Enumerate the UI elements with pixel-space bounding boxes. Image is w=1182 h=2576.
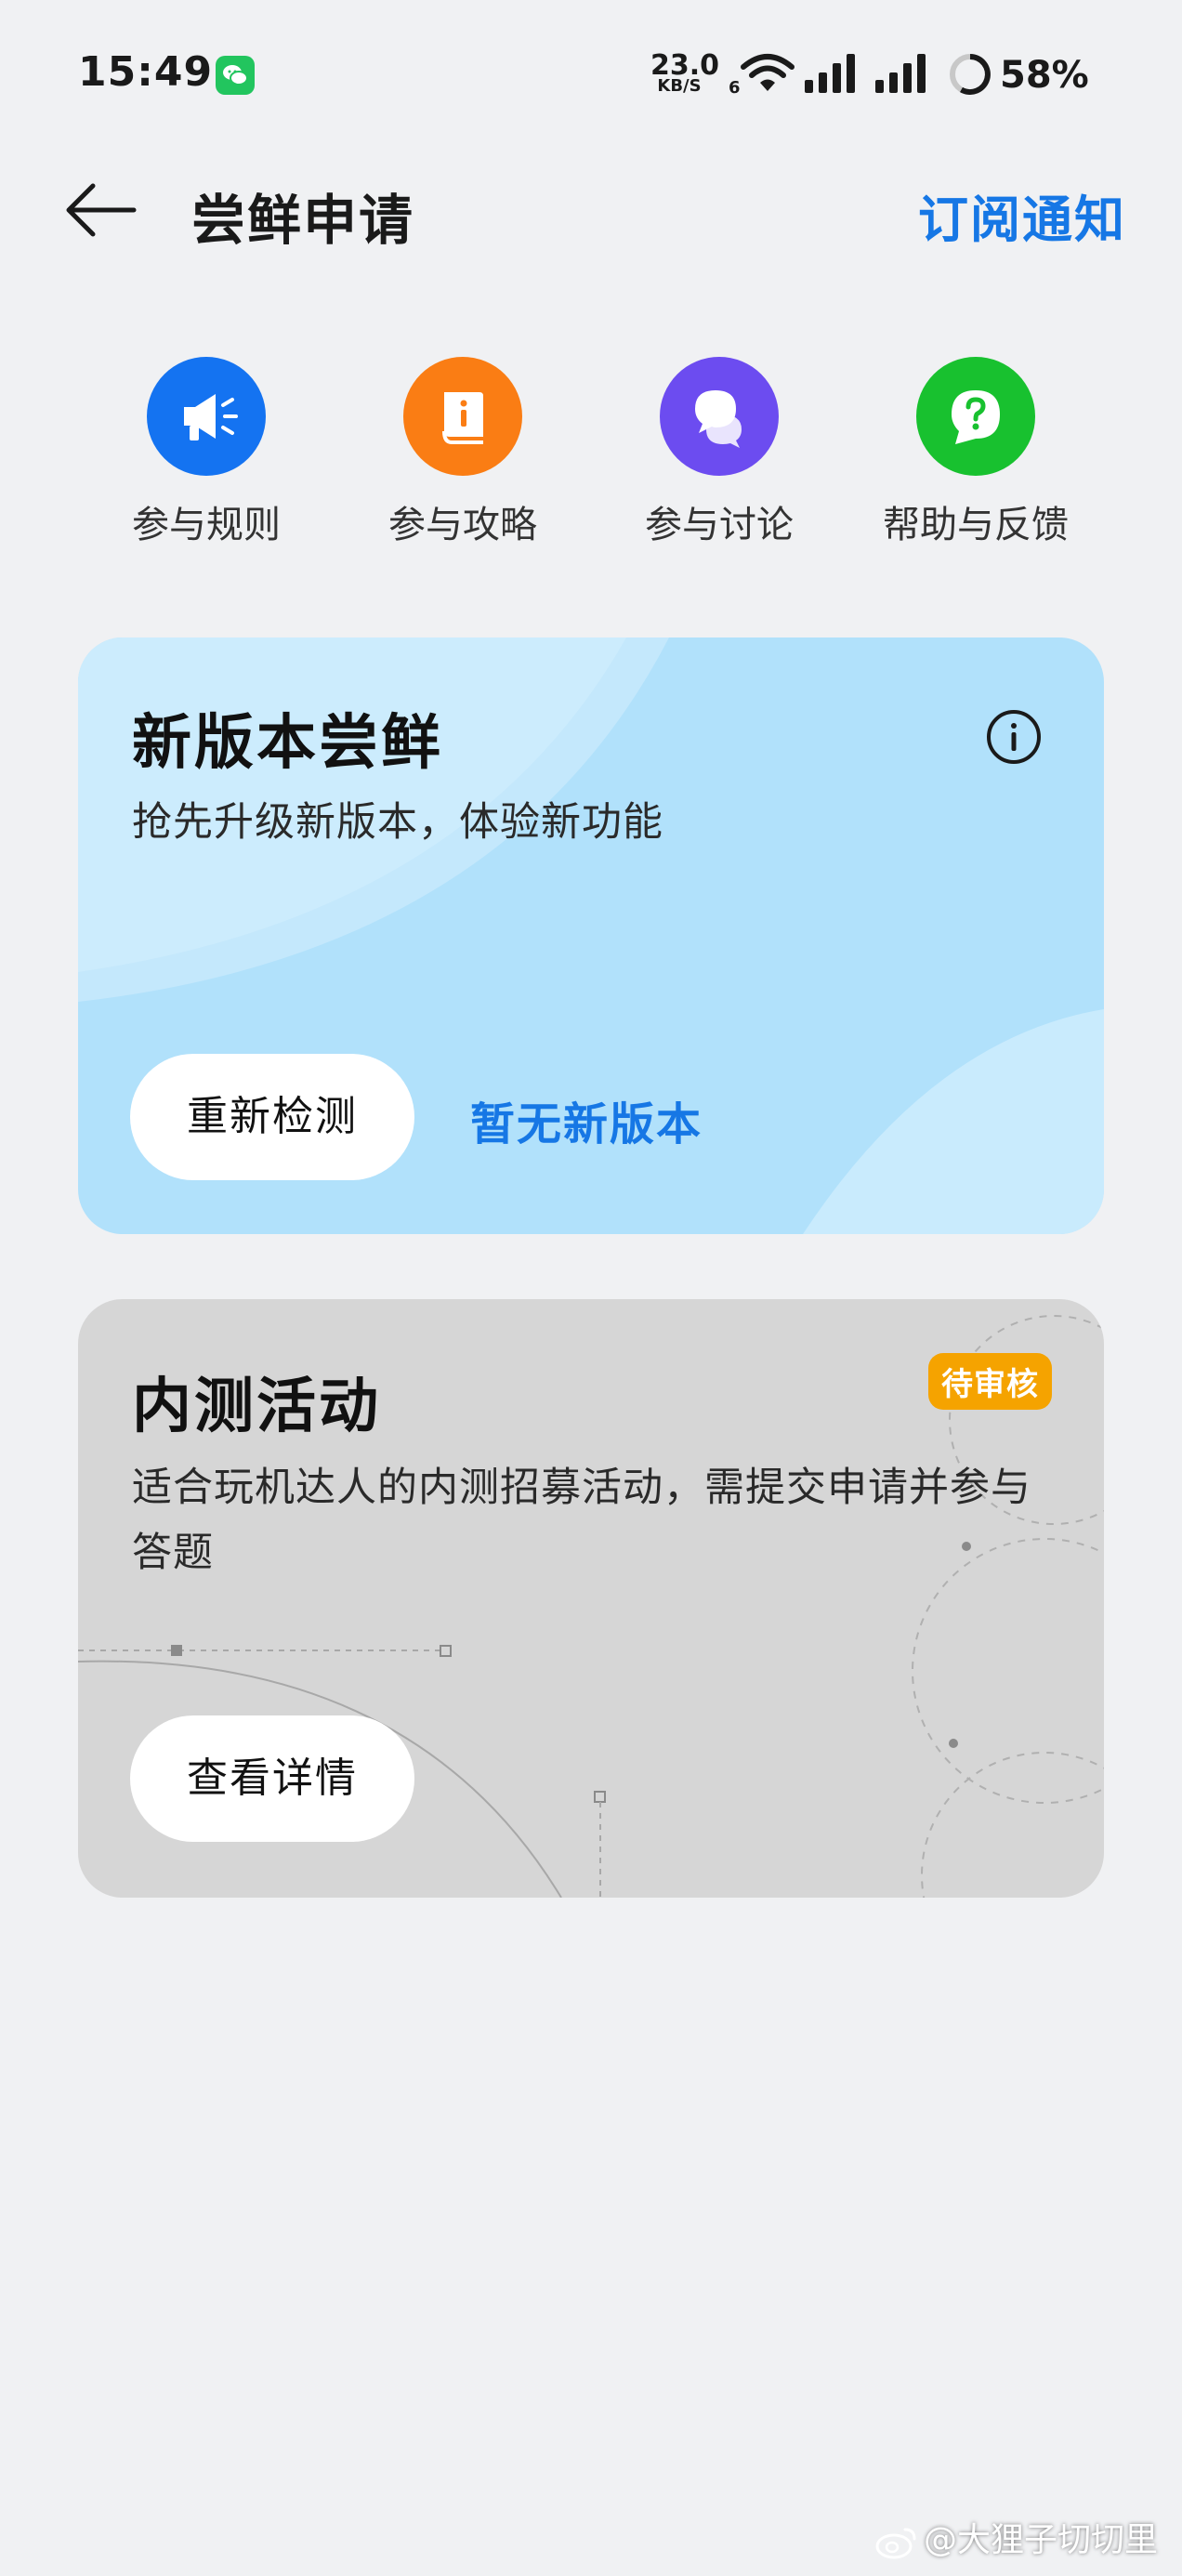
beta-activity-title: 内测活动: [132, 1373, 381, 1441]
chat-bubbles-icon: [660, 357, 779, 476]
shortcut-help-feedback-label: 帮助与反馈: [883, 504, 1069, 546]
no-new-version-status: 暂无新版本: [470, 1098, 703, 1150]
shortcut-guide-label: 参与攻略: [388, 504, 537, 546]
pending-review-badge: 待审核: [928, 1353, 1052, 1410]
watermark-text: @大狸子切切里: [923, 2521, 1158, 2559]
view-details-button[interactable]: 查看详情: [130, 1715, 414, 1842]
beta-activity-card: 内测活动 待审核 适合玩机达人的内测招募活动，需提交申请并参与答题 查看详情: [78, 1299, 1104, 1898]
new-version-title: 新版本尝鲜: [132, 709, 443, 778]
network-speed-unit: KB/S: [657, 76, 702, 96]
page-title: 尝鲜申请: [191, 189, 415, 252]
new-version-card: 新版本尝鲜 抢先升级新版本，体验新功能 重新检测 暂无新版本: [78, 637, 1104, 1234]
recheck-button[interactable]: 重新检测: [130, 1054, 414, 1180]
watermark: @大狸子切切里: [875, 2513, 1158, 2561]
shortcut-rules-label: 参与规则: [132, 504, 281, 546]
shortcut-guide[interactable]: 参与攻略: [351, 357, 574, 548]
battery-percent: 58%: [1000, 54, 1089, 97]
wifi-6-badge: 6: [729, 78, 741, 98]
shortcut-help-feedback[interactable]: 帮助与反馈: [864, 357, 1087, 548]
new-version-description: 抢先升级新版本，体验新功能: [132, 799, 663, 846]
signal-icon: [875, 54, 926, 93]
status-bar: 15:49 23.0 KB/S 6 58%: [0, 0, 1182, 149]
info-icon[interactable]: [985, 708, 1043, 766]
network-speed: 23.0 KB/S: [650, 52, 719, 96]
signal-icon: [805, 54, 855, 93]
wechat-notification-icon: [216, 56, 255, 95]
arrow-left-icon: [66, 183, 137, 237]
shortcut-discussion[interactable]: 参与讨论: [608, 357, 831, 548]
guide-book-icon: [403, 357, 522, 476]
help-question-icon: [916, 357, 1035, 476]
megaphone-icon: [147, 357, 266, 476]
back-button[interactable]: [61, 182, 139, 238]
wifi-icon: [741, 54, 795, 91]
subscribe-notification-button[interactable]: 订阅通知: [918, 178, 1126, 252]
battery-ring-icon: [950, 54, 991, 95]
shortcut-discussion-label: 参与讨论: [645, 504, 794, 546]
status-time: 15:49: [78, 48, 214, 96]
weibo-logo-icon: [875, 2528, 916, 2559]
shortcut-rules[interactable]: 参与规则: [95, 357, 318, 548]
beta-activity-description: 适合玩机达人的内测招募活动，需提交申请并参与答题: [132, 1465, 1031, 1576]
